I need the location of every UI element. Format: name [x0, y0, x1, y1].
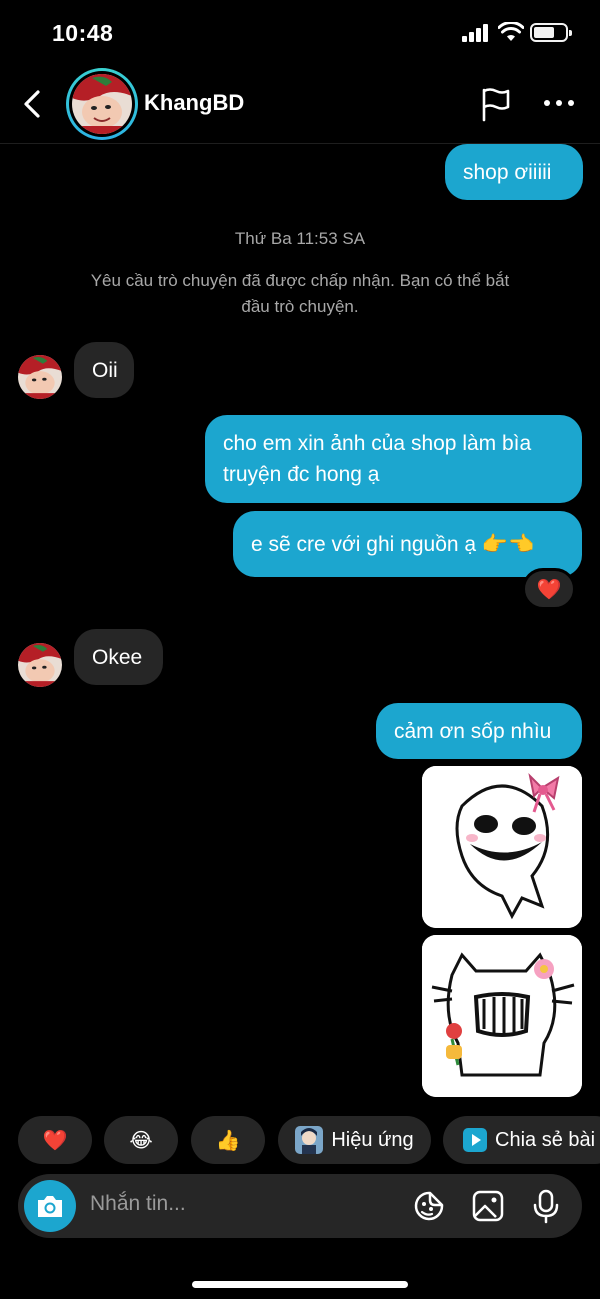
message-outgoing[interactable]: cảm ơn sốp nhìu	[376, 703, 582, 759]
back-chevron-icon[interactable]	[18, 86, 48, 122]
message-outgoing[interactable]: shop ơiiiii	[445, 144, 583, 200]
effects-label: Hiệu ứng	[331, 1128, 414, 1151]
message-outgoing[interactable]: e sẽ cre với ghi nguồn ạ 👉👈	[233, 511, 582, 577]
message-reaction[interactable]: ❤️	[522, 568, 576, 610]
sticker-image[interactable]	[422, 935, 582, 1097]
sticker-icon[interactable]	[412, 1188, 448, 1224]
battery-icon	[530, 23, 572, 42]
contact-avatar[interactable]	[66, 68, 138, 140]
message-text: Okee	[92, 645, 143, 669]
camera-icon	[38, 1196, 62, 1217]
signal-icon	[462, 24, 490, 42]
chat-header: KhangBD	[0, 64, 600, 144]
message-incoming[interactable]: Oii	[74, 342, 134, 398]
gallery-icon[interactable]	[470, 1188, 506, 1224]
play-icon	[463, 1128, 487, 1152]
thumbs-up-icon: 👍	[215, 1129, 241, 1152]
message-text: cảm ơn sốp nhìu	[394, 719, 552, 743]
home-indicator	[192, 1281, 408, 1288]
message-text: Oii	[92, 358, 118, 382]
laugh-emoji-icon: 😂	[129, 1129, 153, 1152]
quick-reaction-thumbs-up[interactable]: 👍	[191, 1116, 265, 1164]
message-text: shop ơiiiii	[463, 160, 552, 184]
share-post-button[interactable]: Chia sẻ bài	[443, 1116, 600, 1164]
system-message-line: Yêu cầu trò chuyện đã được chấp nhận. Bạ…	[90, 271, 510, 290]
quick-reaction-laugh[interactable]: 😂	[104, 1116, 178, 1164]
share-post-label: Chia sẻ bài	[495, 1128, 596, 1151]
message-incoming[interactable]: Okee	[74, 629, 163, 685]
message-outgoing[interactable]: cho em xin ảnh của shop làm bìa truyện đ…	[205, 415, 582, 503]
chat-timestamp: Thứ Ba 11:53 SA	[234, 229, 366, 248]
microphone-icon[interactable]	[528, 1188, 564, 1224]
message-text: truyện đc hong ạ	[223, 463, 380, 486]
effects-button[interactable]: Hiệu ứng	[278, 1116, 431, 1164]
heart-icon: ❤️	[536, 578, 562, 601]
status-bar: 10:48	[0, 0, 600, 64]
camera-button[interactable]	[24, 1180, 76, 1232]
message-composer: Nhắn tin...	[18, 1174, 582, 1238]
quick-reaction-heart[interactable]: ❤️	[18, 1116, 92, 1164]
sender-avatar[interactable]	[18, 355, 62, 399]
system-message-line: đầu trò chuyện.	[241, 297, 359, 316]
message-text: cho em xin ảnh của shop làm bìa	[223, 432, 532, 455]
sticker-image[interactable]	[422, 766, 582, 928]
contact-name[interactable]: KhangBD	[144, 90, 244, 116]
wifi-icon	[498, 22, 524, 41]
heart-icon: ❤️	[42, 1129, 68, 1152]
status-time: 10:48	[52, 20, 114, 46]
sender-avatar[interactable]	[18, 643, 62, 687]
flag-icon[interactable]	[478, 86, 512, 122]
message-text: e sẽ cre với ghi nguồn ạ 👉👈	[251, 532, 535, 556]
message-input[interactable]: Nhắn tin...	[90, 1192, 186, 1216]
more-options-icon[interactable]	[542, 98, 576, 110]
effects-avatar-icon	[295, 1126, 324, 1154]
